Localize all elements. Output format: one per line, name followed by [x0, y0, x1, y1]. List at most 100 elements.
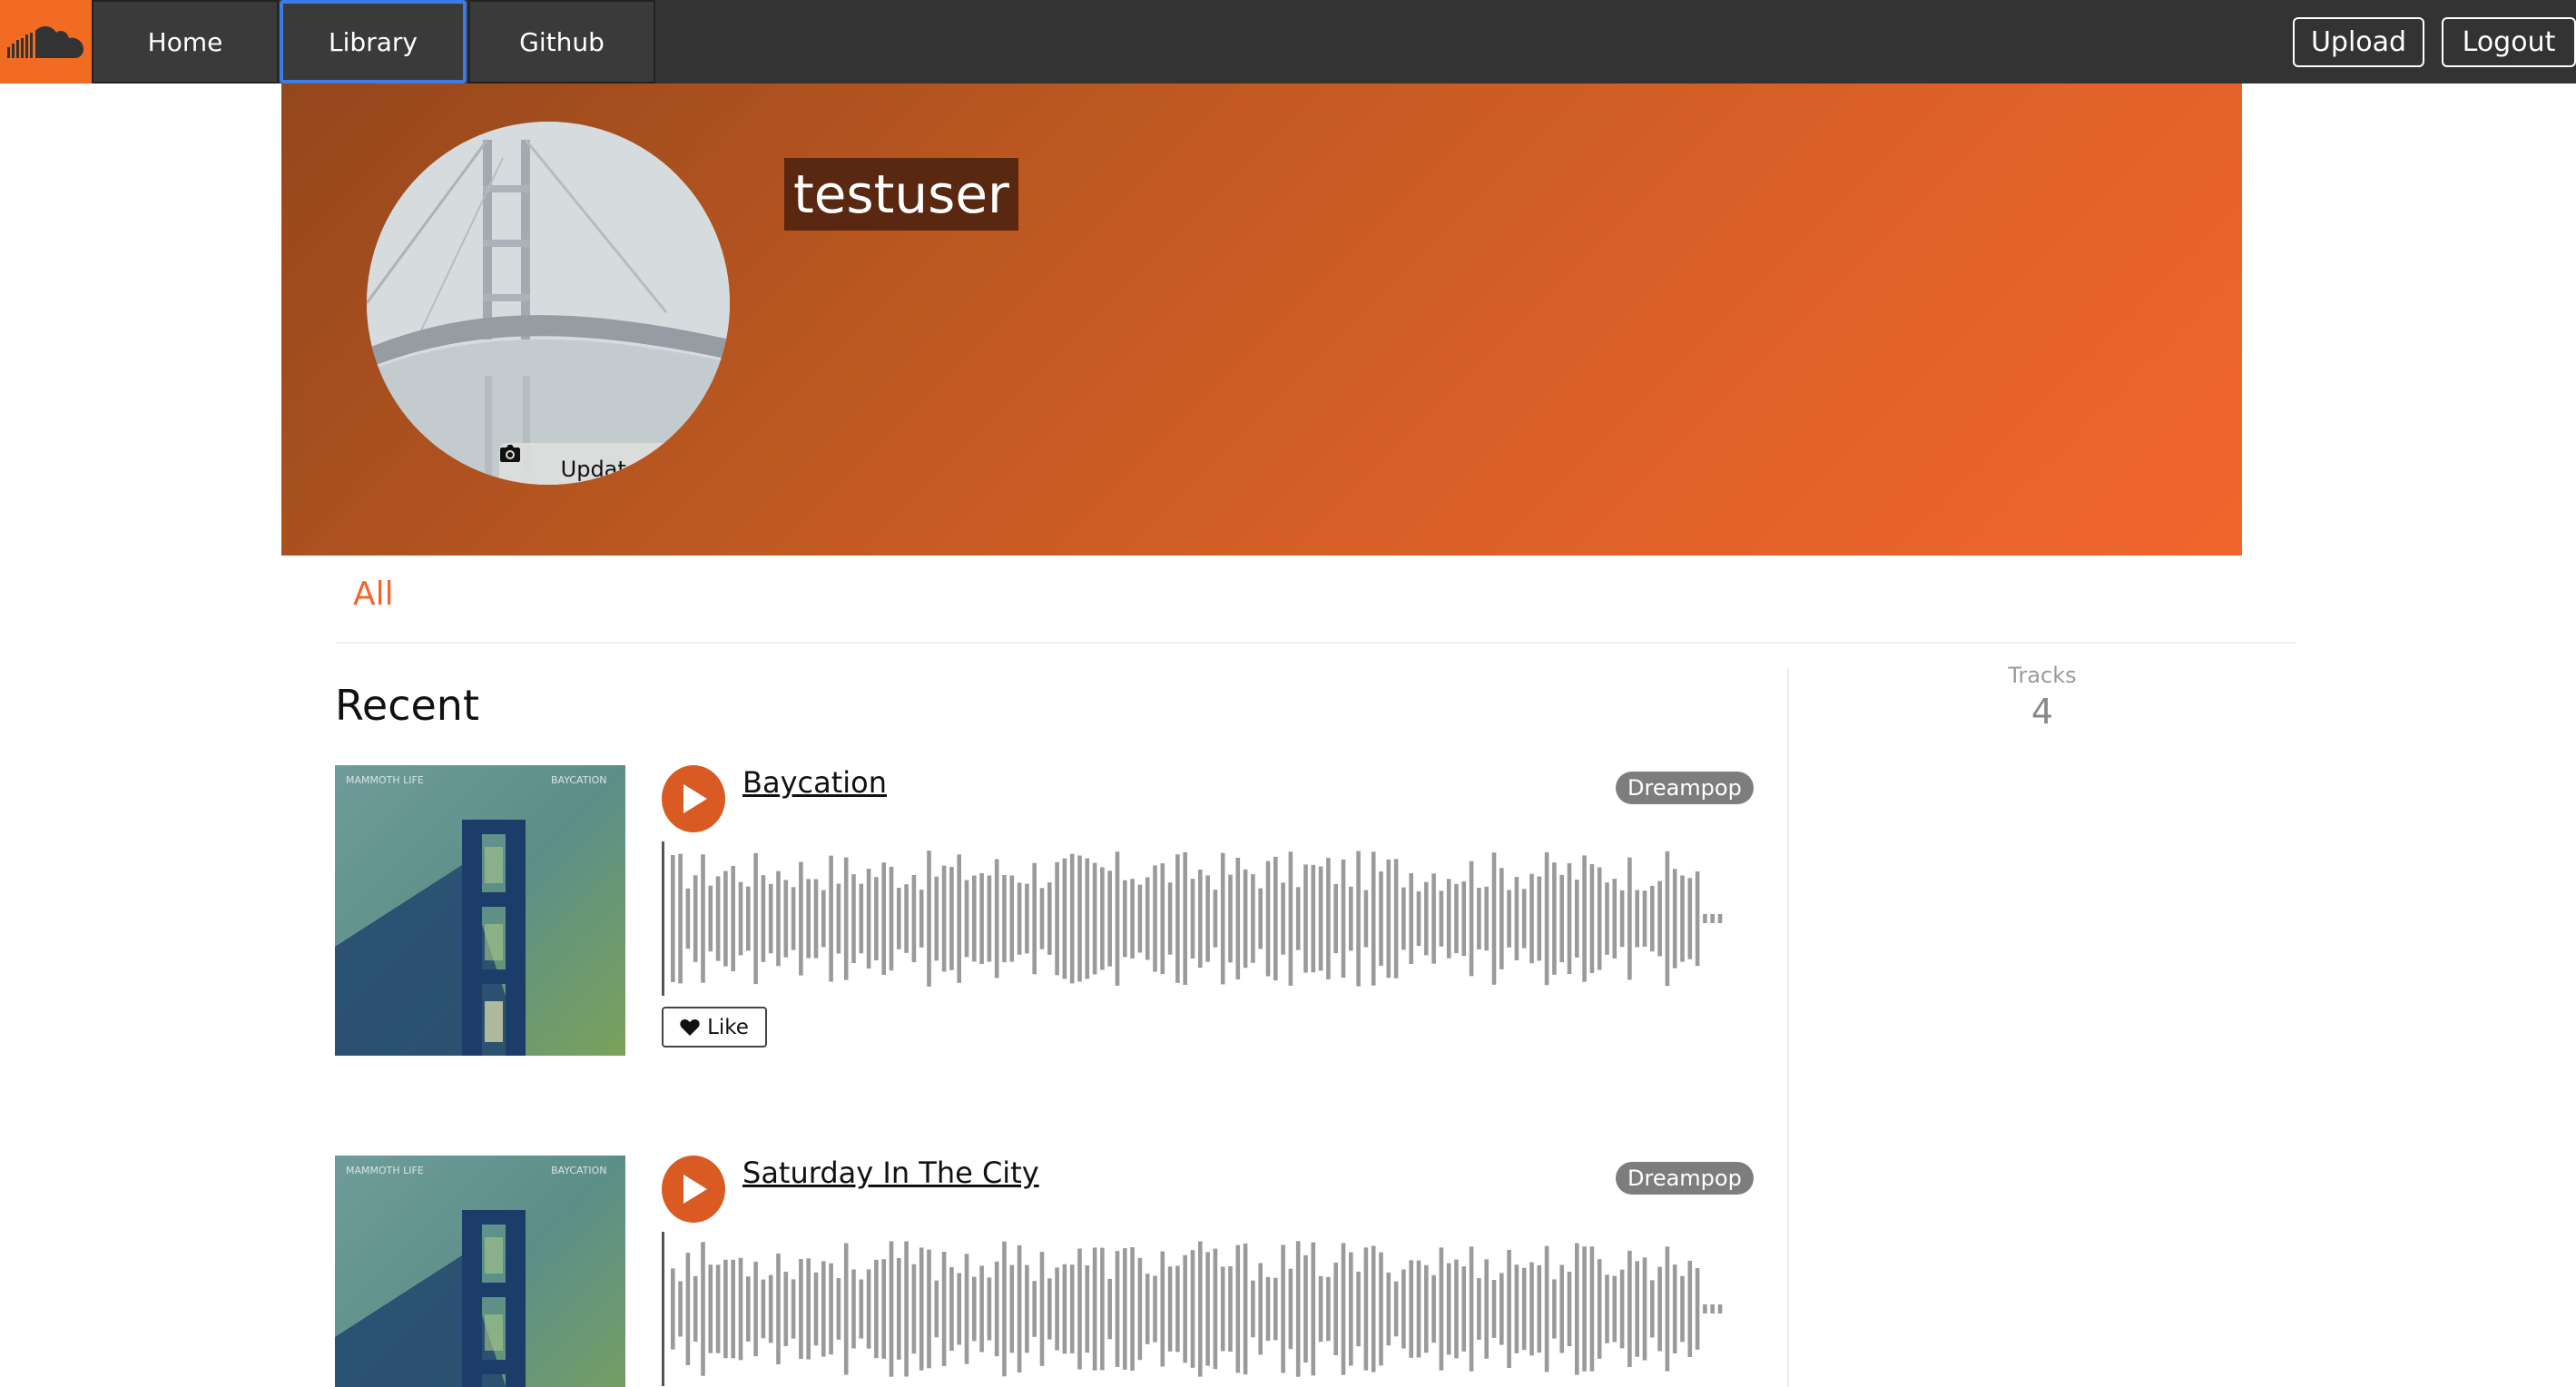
waveform-bar [1589, 864, 1595, 973]
waveform-bar [1318, 866, 1323, 971]
waveform-bar [1416, 890, 1421, 947]
waveform-bar [1424, 881, 1429, 956]
waveform-bar [1153, 865, 1157, 972]
waveform-bar [919, 1247, 924, 1371]
album-cover-art: MAMMOTH LIFE BAYCATION [335, 765, 625, 1056]
waveform-bar [1672, 869, 1677, 969]
genre-badge: Dreampop [1616, 772, 1754, 804]
play-button[interactable] [662, 1156, 725, 1223]
nav-tab-home[interactable]: Home [92, 0, 279, 84]
waveform-bar [874, 1259, 879, 1359]
waveform-bar [1251, 874, 1255, 963]
waveform-bar [911, 875, 917, 962]
track-title[interactable]: Saturday In The City [742, 1156, 1039, 1190]
waveform-bar [1281, 1244, 1285, 1373]
waveform-bar [723, 871, 728, 967]
waveform-bar [1446, 1263, 1451, 1355]
waveform-bar [1575, 880, 1579, 958]
waveform-bar [1055, 1267, 1059, 1351]
avatar: Update Image [367, 122, 730, 485]
waveform-bar [1514, 877, 1519, 960]
waveform-bar [1205, 1252, 1210, 1366]
waveform-bar [1273, 1277, 1278, 1341]
column-divider [1787, 667, 1789, 1387]
waveform-bar [881, 1259, 886, 1359]
waveform-bar [1552, 1279, 1557, 1339]
waveform-bar [897, 888, 901, 949]
waveform-bar [979, 1265, 984, 1353]
waveform-bar [934, 876, 939, 961]
like-button[interactable]: Like [662, 1007, 767, 1048]
waveform-bar [1069, 1264, 1075, 1353]
waveform[interactable] [662, 841, 1751, 996]
waveform-bar [1717, 1304, 1723, 1313]
waveform-bar [1605, 882, 1609, 955]
waveform-bar [1672, 1264, 1677, 1353]
waveform-bar [1379, 871, 1383, 966]
nav-tab-github[interactable]: Github [468, 0, 655, 84]
waveform-bar [715, 1264, 721, 1353]
top-nav: Home Library Github Upload Logout [0, 0, 2576, 84]
waveform-bar [1477, 1278, 1481, 1340]
waveform-bar [1160, 1251, 1165, 1367]
waveform[interactable] [662, 1232, 1751, 1386]
waveform-bar [1439, 890, 1444, 947]
waveform-bar [1341, 859, 1346, 979]
waveform-bar [1092, 1247, 1097, 1371]
waveform-bar [1529, 873, 1534, 964]
waveform-bar [1137, 1257, 1143, 1361]
play-icon [683, 784, 707, 813]
waveform-bar [1379, 1252, 1383, 1366]
logout-button[interactable]: Logout [2442, 17, 2576, 67]
waveform-bar [836, 1278, 841, 1340]
waveform-bar [1055, 861, 1059, 976]
track-title[interactable]: Baycation [742, 765, 887, 800]
album-cover[interactable]: MAMMOTH LIFE BAYCATION [335, 1156, 625, 1387]
waveform-bar [1175, 1265, 1180, 1353]
waveform-bar [1145, 877, 1150, 960]
waveform-bar [1295, 1241, 1301, 1377]
waveform-bar [1491, 852, 1497, 985]
waveform-bar [671, 855, 675, 982]
waveform-bar [1521, 889, 1527, 949]
waveform-bar [1032, 1281, 1037, 1337]
logo[interactable] [0, 0, 92, 84]
waveform-bar [1213, 890, 1218, 948]
waveform-bar [836, 883, 841, 954]
waveform-bar [964, 880, 969, 958]
waveform-bar [1537, 876, 1542, 961]
waveform-bar [715, 876, 721, 961]
waveform-bar [1062, 858, 1067, 979]
waveform-bar [934, 1280, 939, 1338]
waveform-bar [768, 883, 773, 954]
waveform-bar [851, 874, 856, 963]
waveform-bar [685, 888, 691, 949]
waveform-bar [693, 875, 698, 962]
waveform-bar [1703, 914, 1707, 923]
waveform-bar [1047, 882, 1052, 955]
play-button[interactable] [662, 765, 725, 832]
cover-text-left: MAMMOTH LIFE [346, 1165, 424, 1176]
waveform-bar [1612, 1275, 1617, 1343]
waveform-bar [843, 1243, 849, 1375]
album-cover-art: MAMMOTH LIFE BAYCATION [335, 1156, 625, 1387]
waveform-bar [1198, 1241, 1203, 1377]
waveform-bar [1069, 853, 1075, 984]
waveform-bar [1589, 1246, 1595, 1372]
waveform-bar [1303, 1254, 1308, 1363]
waveform-bar [1311, 1242, 1316, 1376]
update-image-button[interactable]: Update Image [499, 443, 730, 485]
upload-button[interactable]: Upload [2293, 17, 2424, 67]
tab-all[interactable]: All [353, 575, 394, 613]
waveform-bar [746, 1276, 751, 1342]
waveform-bar [1107, 871, 1112, 967]
nav-tab-library[interactable]: Library [280, 0, 467, 84]
update-image-label: Update Image [560, 457, 715, 482]
waveform-bar [1047, 1278, 1052, 1340]
waveform-bar [1514, 1264, 1519, 1353]
album-cover[interactable]: MAMMOTH LIFE BAYCATION [335, 765, 625, 1056]
waveform-bar [1032, 862, 1037, 975]
waveform-bar [1567, 1272, 1572, 1346]
waveform-bar [1228, 1266, 1233, 1353]
waveform-bar [1123, 1248, 1127, 1370]
